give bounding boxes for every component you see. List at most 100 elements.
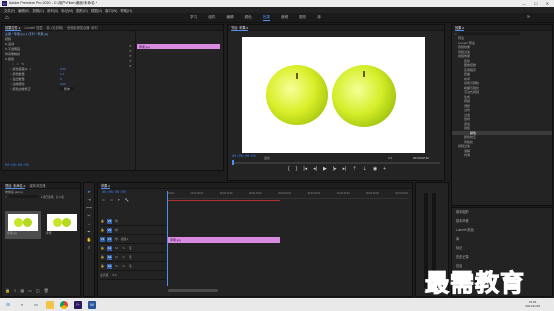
- extract-icon[interactable]: ⇣: [363, 166, 367, 172]
- mic-icon[interactable]: 🎙: [128, 264, 133, 269]
- eye-icon[interactable]: 👁: [114, 219, 119, 224]
- menu-window[interactable]: 窗口(W): [105, 8, 117, 13]
- reset-icon[interactable]: ↺: [129, 54, 132, 58]
- tab-source[interactable]: 源: (无剪辑): [46, 25, 63, 30]
- ripple-edit-icon[interactable]: ⟷: [86, 205, 92, 210]
- lock-icon[interactable]: 🔒: [100, 246, 105, 251]
- menu-file[interactable]: 文件(F): [4, 8, 15, 13]
- step-back-icon[interactable]: ◂|: [313, 166, 317, 172]
- explorer-icon[interactable]: [46, 300, 54, 309]
- go-to-out-icon[interactable]: ▸|: [343, 166, 347, 172]
- track-target[interactable]: A3: [107, 263, 112, 269]
- type-tool-icon[interactable]: T: [88, 245, 90, 250]
- param-value[interactable]: 1.0: [60, 72, 64, 76]
- workspace-color[interactable]: 颜色: [245, 15, 252, 21]
- tab-lumetri-scopes[interactable]: Lumetri 范围: [25, 25, 43, 30]
- lock-icon[interactable]: 🔒: [100, 264, 105, 269]
- bin-item-selected[interactable]: 苹果.jpg: [5, 211, 41, 239]
- delete-icon[interactable]: 🗑: [44, 288, 49, 293]
- lock-icon[interactable]: 🔒: [5, 288, 10, 293]
- pen-tool-icon[interactable]: ✒: [87, 229, 90, 234]
- reset-icon[interactable]: ↺: [129, 44, 132, 48]
- menu-view[interactable]: 视图(V): [91, 8, 102, 13]
- track-target[interactable]: A1: [107, 245, 112, 251]
- effects-search-input[interactable]: [459, 32, 520, 35]
- mark-in-icon[interactable]: {: [288, 166, 290, 172]
- work-area-bar[interactable]: [168, 200, 280, 201]
- search-icon[interactable]: ⌕: [18, 301, 26, 309]
- param-dropdown[interactable]: 整体: [60, 86, 75, 91]
- new-item-icon[interactable]: ◫: [36, 288, 40, 293]
- eye-icon[interactable]: 👁: [114, 228, 119, 233]
- program-scrubber[interactable]: [232, 162, 440, 164]
- track-target[interactable]: V3: [107, 218, 112, 224]
- icon-view-icon[interactable]: ▦: [20, 288, 24, 293]
- mark-out-icon[interactable]: }: [296, 166, 298, 172]
- windows-icon[interactable]: ⊞: [4, 301, 12, 309]
- lift-icon[interactable]: ⇡: [352, 166, 356, 172]
- lock-icon[interactable]: 🔒: [100, 255, 105, 260]
- workspace-graphics[interactable]: 图形: [299, 15, 306, 21]
- eye-icon[interactable]: 👁: [114, 237, 119, 242]
- param-row[interactable]: ○ 颜色边缘修正 整体: [2, 86, 223, 91]
- param-value[interactable]: 0.00: [60, 67, 66, 71]
- param-value[interactable]: 0: [60, 77, 62, 81]
- project-search[interactable]: ⌕ 1 项已选择，共 2 项: [2, 194, 80, 199]
- play-icon[interactable]: ▶: [323, 166, 327, 172]
- program-playhead-icon[interactable]: [232, 160, 234, 165]
- add-marker-icon[interactable]: ▾: [118, 198, 120, 202]
- menu-edit[interactable]: 编辑(E): [18, 8, 29, 13]
- lock-icon[interactable]: 🔒: [100, 219, 105, 224]
- add-button-icon[interactable]: +: [383, 166, 386, 172]
- panel-markers[interactable]: 标记: [456, 244, 552, 253]
- tab-effects[interactable]: 效果 ≡: [455, 25, 465, 31]
- workspace-assembly[interactable]: 组件: [208, 15, 215, 21]
- tab-effect-controls[interactable]: 效果控件 ≡: [5, 25, 21, 31]
- menu-marker[interactable]: 标记(M): [61, 8, 73, 13]
- wrench-icon[interactable]: 🔧: [125, 198, 129, 202]
- ellipse-mask-icon[interactable]: ○: [12, 62, 14, 66]
- new-bin-icon[interactable]: ▭: [28, 288, 32, 293]
- tab-sequence[interactable]: 苹果 ≡: [101, 183, 111, 189]
- workspace-audio[interactable]: 音频: [281, 15, 288, 21]
- step-forward-icon[interactable]: |▸: [333, 166, 337, 172]
- reset-icon[interactable]: ↺: [129, 59, 132, 63]
- timeline-ruler[interactable]: 00:00 00:00:05:00 00:00:10:00 00:00:15:0…: [168, 192, 408, 199]
- program-fit-dropdown[interactable]: 适合: [264, 156, 270, 160]
- workspace-learn[interactable]: 学习: [190, 15, 197, 21]
- chrome-icon[interactable]: [60, 300, 68, 309]
- solo-button[interactable]: S: [121, 246, 126, 251]
- home-icon[interactable]: ⌂: [5, 15, 9, 21]
- workspace-editing[interactable]: 编辑: [226, 15, 233, 21]
- panel-lumetri-color[interactable]: Lumetri 颜色: [456, 226, 552, 235]
- workspace-effects[interactable]: 效果: [262, 15, 270, 21]
- mute-button[interactable]: M: [114, 246, 119, 251]
- maximize-button[interactable]: ☐: [534, 1, 538, 6]
- slip-tool-icon[interactable]: ↔: [87, 221, 91, 226]
- timeline-scrollbar[interactable]: [168, 289, 218, 292]
- mute-button[interactable]: M: [114, 264, 119, 269]
- solo-button[interactable]: S: [121, 255, 126, 260]
- go-to-in-icon[interactable]: |◂: [303, 166, 307, 172]
- tab-program-monitor[interactable]: 节目: 苹果 ≡: [231, 25, 249, 31]
- param-value[interactable]: 0.00: [60, 82, 66, 86]
- panel-libraries[interactable]: 库: [456, 235, 552, 244]
- reset-icon[interactable]: ↺: [129, 49, 132, 53]
- ec-clip-bar[interactable]: 苹果.jpg: [137, 44, 220, 49]
- lock-icon[interactable]: 🔒: [100, 228, 105, 233]
- selection-tool-icon[interactable]: ➤: [87, 189, 90, 194]
- menu-sequence[interactable]: 序列(S): [47, 8, 58, 13]
- tab-media-browser[interactable]: 媒体浏览器: [29, 183, 45, 188]
- timeline-timecode[interactable]: 00:00:00:00: [102, 191, 126, 195]
- track-target[interactable]: V2: [107, 227, 112, 233]
- list-view-icon[interactable]: ≡: [14, 288, 16, 293]
- mute-button[interactable]: M: [114, 255, 119, 260]
- clock-date[interactable]: 2021/11/18: [525, 304, 540, 309]
- source-patch[interactable]: V1: [100, 236, 105, 242]
- program-scale[interactable]: 1/2: [388, 156, 392, 160]
- close-button[interactable]: ✕: [546, 1, 549, 6]
- rect-mask-icon[interactable]: □: [17, 62, 19, 66]
- mic-icon[interactable]: 🎙: [128, 255, 133, 260]
- ec-timecode[interactable]: 00:00:00:00: [5, 164, 29, 168]
- bin-item[interactable]: 苹果: [44, 211, 80, 239]
